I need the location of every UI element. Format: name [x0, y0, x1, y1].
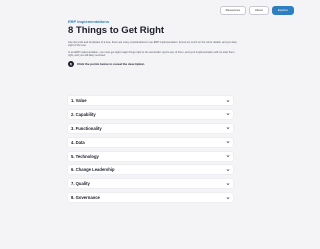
accordion-item-label: 6. Change Leadership: [71, 167, 115, 173]
nav-button-about[interactable]: About: [248, 6, 269, 15]
pointer-icon: [68, 60, 74, 67]
eyebrow-label: ERP Implementations: [68, 19, 110, 24]
intro-paragraph-2: In an ERP implementation, you must get e…: [68, 50, 235, 58]
accordion-item-governance[interactable]: 8. Governance: [68, 193, 233, 203]
accordion-item-quality[interactable]: 7. Quality: [68, 179, 233, 189]
instruction-text: Click the points below to reveal the des…: [77, 61, 146, 66]
chevron-down-icon: [226, 196, 230, 199]
page-header: ERP Implementations 8 Things to Get Righ…: [68, 19, 238, 67]
accordion-item-label: 2. Capability: [71, 111, 96, 117]
accordion-item-technology[interactable]: 5. Technology: [68, 151, 233, 161]
accordion-item-data[interactable]: 4. Data: [68, 137, 233, 147]
accordion-item-label: 8. Governance: [71, 195, 100, 201]
accordion-list: 1. Value 2. Capability 3. Functionality …: [68, 96, 233, 207]
accordion-item-value[interactable]: 1. Value: [68, 96, 233, 105]
page-title: 8 Things to Get Right: [68, 25, 165, 36]
intro-paragraph-1: Use the tools and templates of a tree, t…: [68, 41, 237, 48]
chevron-down-icon: [226, 127, 230, 130]
accordion-item-label: 5. Technology: [71, 153, 99, 159]
chevron-down-icon: [226, 169, 230, 171]
chevron-down-icon: [226, 183, 230, 185]
chevron-down-icon: [226, 99, 230, 102]
instruction-row: Click the points below to reveal the des…: [68, 60, 238, 67]
accordion-item-functionality[interactable]: 3. Functionality: [68, 123, 233, 133]
chevron-down-icon: [226, 141, 230, 144]
accordion-item-change-leadership[interactable]: 6. Change Leadership: [68, 165, 233, 175]
chevron-down-icon: [226, 113, 230, 116]
accordion-item-label: 3. Functionality: [71, 125, 102, 131]
accordion-item-label: 4. Data: [71, 139, 85, 145]
intro-text: Use the tools and templates of a tree, t…: [68, 41, 238, 58]
accordion-item-label: 1. Value: [71, 98, 87, 103]
accordion-item-capability[interactable]: 2. Capability: [68, 109, 233, 119]
chevron-down-icon: [226, 155, 230, 158]
top-navigation: Resources About Explore: [219, 6, 294, 15]
nav-button-explore[interactable]: Explore: [271, 6, 294, 15]
accordion-item-label: 7. Quality: [71, 181, 90, 187]
nav-button-resources[interactable]: Resources: [219, 6, 246, 15]
